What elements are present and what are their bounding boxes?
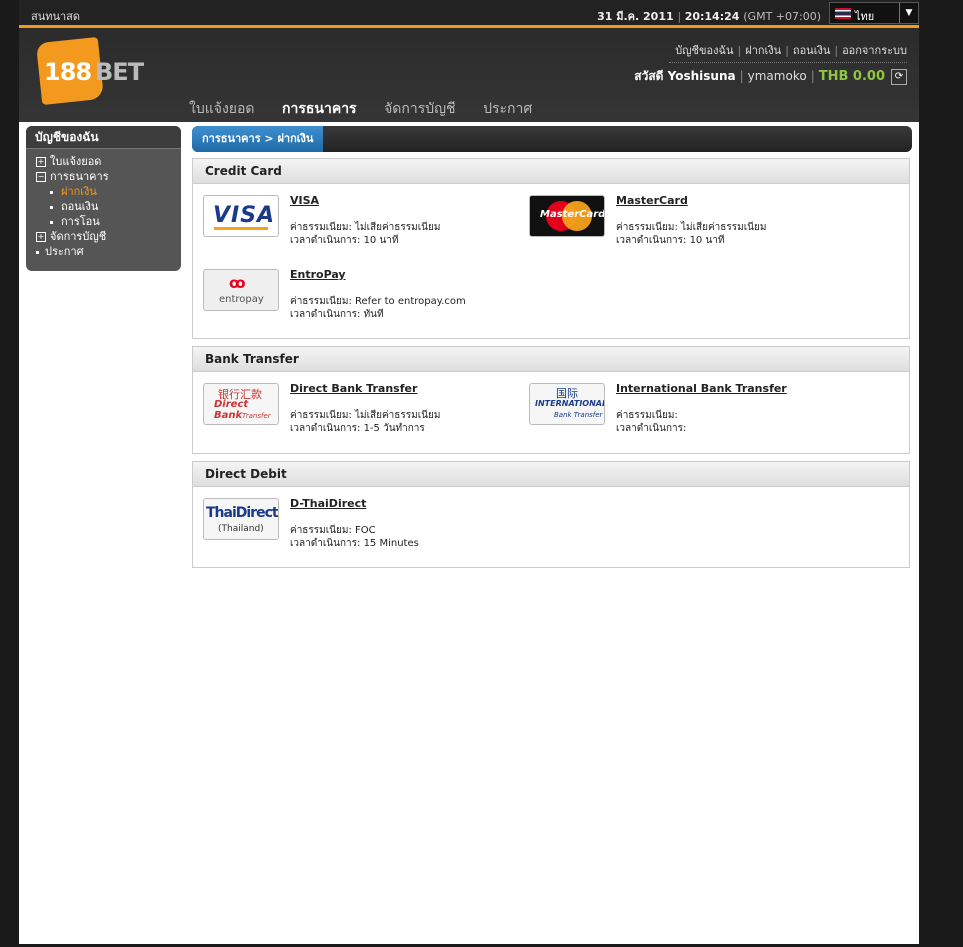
account-links: บัญชีของฉัน | ฝากเงิน | ถอนเงิน | ออกจากระบบ [675, 44, 907, 57]
sidebar-item-label: จัดการบัญชี [50, 230, 107, 243]
method-time: เวลาดำเนินการ: 1-5 วันทำการ [290, 423, 425, 434]
clock-separator: | [677, 10, 685, 23]
method-name-link[interactable]: MasterCard [616, 194, 688, 207]
deposit-link[interactable]: ฝากเงิน [745, 44, 781, 57]
entropay-icon[interactable]: ꝏ entropay [203, 269, 279, 311]
method-name-link[interactable]: International Bank Transfer [616, 382, 787, 395]
main-nav: ใบแจ้งยอด การธนาคาร จัดการบัญชี ประกาศ [189, 98, 556, 130]
credit-card-section: Credit Card VISA VISA ค่าธรรมเนียม: ไม่เ… [192, 158, 910, 339]
header: 188 BET บัญชีของฉัน | ฝากเงิน | ถอนเงิน | ออกจ… [19, 28, 919, 130]
withdraw-link[interactable]: ถอนเงิน [793, 44, 830, 57]
bank-transfer-section: Bank Transfer 银行汇款 Direct Bank Transfer … [192, 346, 910, 454]
divider [669, 62, 907, 63]
section-title: Bank Transfer [193, 347, 909, 372]
expand-icon[interactable]: + [36, 232, 46, 242]
sidebar-title: บัญชีของฉัน [26, 126, 181, 149]
server-clock: 31 มี.ค. 2011 | 20:14:24 (GMT +07:00) [597, 7, 821, 25]
method-visa: VISA VISA ค่าธรรมเนียม: ไม่เสียค่าธรรมเน… [193, 185, 513, 246]
method-name-link[interactable]: Direct Bank Transfer [290, 382, 417, 395]
sidebar-item-label: ฝากเงิน [61, 185, 97, 198]
international-bank-transfer-icon[interactable]: 国际 INTERNATIONAL Bank Transfer [529, 383, 605, 425]
direct-bank-transfer-icon[interactable]: 银行汇款 Direct Bank Transfer [203, 383, 279, 425]
username: ymamoko [747, 69, 807, 83]
sidebar-item-label: ถอนเงิน [61, 200, 99, 213]
method-direct-bank-transfer: 银行汇款 Direct Bank Transfer Direct Bank Tr… [193, 373, 513, 434]
section-title: Credit Card [193, 159, 909, 184]
sidebar-item-banking[interactable]: − การธนาคาร [26, 169, 181, 184]
bullet-icon [50, 220, 53, 224]
sidebar: บัญชีของฉัน + ใบแจ้งยอด − การธนาคาร ฝากเงิ… [26, 126, 181, 271]
method-international-bank-transfer: 国际 INTERNATIONAL Bank Transfer Internati… [519, 373, 839, 434]
clock-date: 31 มี.ค. 2011 [597, 10, 674, 23]
direct-debit-section: Direct Debit ThaiDirect (Thailand) D-Tha… [192, 461, 910, 568]
method-time: เวลาดำเนินการ: 15 Minutes [290, 538, 419, 549]
expand-icon[interactable]: + [36, 157, 46, 167]
sidebar-item-transfer[interactable]: การโอน [26, 214, 181, 229]
method-thaidirect: ThaiDirect (Thailand) D-ThaiDirect ค่าธร… [193, 488, 513, 549]
bullet-icon [36, 250, 39, 254]
refresh-icon[interactable]: ⟳ [891, 68, 907, 85]
collapse-icon[interactable]: − [36, 172, 46, 182]
nav-announcements[interactable]: ประกาศ [483, 98, 532, 120]
sidebar-item-statement[interactable]: + ใบแจ้งยอด [26, 154, 181, 169]
my-account-link[interactable]: บัญชีของฉัน [675, 44, 733, 57]
top-bar: สนทนาสด 31 มี.ค. 2011 | 20:14:24 (GMT +0… [19, 0, 919, 28]
method-name-link[interactable]: D-ThaiDirect [290, 497, 366, 510]
nav-statement[interactable]: ใบแจ้งยอด [189, 98, 255, 120]
sidebar-item-label: ประกาศ [45, 245, 84, 258]
language-select[interactable]: ไทย ▼ [829, 2, 919, 24]
thaidirect-icon[interactable]: ThaiDirect (Thailand) [203, 498, 279, 540]
visa-icon[interactable]: VISA [203, 195, 279, 237]
clock-timezone: (GMT +07:00) [743, 10, 821, 23]
method-time: เวลาดำเนินการ: ทันที [290, 309, 384, 320]
clock-time: 20:14:24 [684, 10, 740, 23]
sidebar-item-account-management[interactable]: + จัดการบัญชี [26, 229, 181, 244]
greeting: สวัสดี Yoshisuna [634, 69, 736, 83]
method-time: เวลาดำเนินการ: 10 นาที [290, 235, 399, 246]
language-label: ไทย [855, 10, 875, 23]
method-entropay: ꝏ entropay EntroPay ค่าธรรมเนียม: Refer t… [193, 259, 513, 320]
live-chat-link[interactable]: สนทนาสด [31, 7, 80, 25]
sidebar-item-withdraw[interactable]: ถอนเงิน [26, 199, 181, 214]
bullet-icon [50, 205, 53, 209]
method-mastercard: MasterCard MasterCard ค่าธรรมเนียม: ไม่เ… [519, 185, 839, 246]
sidebar-item-label: การโอน [61, 215, 100, 228]
logo[interactable]: 188 BET [35, 36, 149, 110]
logo-number: 188 [44, 58, 92, 86]
method-name-link[interactable]: VISA [290, 194, 319, 207]
mastercard-icon[interactable]: MasterCard [529, 195, 605, 237]
nav-account-management[interactable]: จัดการบัญชี [384, 98, 455, 120]
sidebar-item-announcements[interactable]: ประกาศ [26, 244, 181, 259]
sidebar-item-deposit[interactable]: ฝากเงิน [26, 184, 181, 199]
section-title: Direct Debit [193, 462, 909, 487]
user-info: สวัสดี Yoshisuna | ymamoko | THB 0.00 ⟳ [634, 67, 907, 85]
method-time: เวลาดำเนินการ: 10 นาที [616, 235, 725, 246]
balance: THB 0.00 [818, 69, 885, 84]
nav-banking[interactable]: การธนาคาร [282, 98, 357, 130]
method-time: เวลาดำเนินการ: [616, 423, 687, 434]
content-area: บัญชีของฉัน + ใบแจ้งยอด − การธนาคาร ฝากเงิ… [19, 122, 919, 944]
method-name-link[interactable]: EntroPay [290, 268, 346, 281]
breadcrumb: การธนาคาร > ฝากเงิน [192, 126, 324, 152]
logo-word: BET [95, 58, 144, 86]
thai-flag-icon [835, 8, 851, 19]
sidebar-item-label: การธนาคาร [50, 170, 109, 183]
chevron-down-icon[interactable]: ▼ [899, 3, 918, 23]
sidebar-menu: + ใบแจ้งยอด − การธนาคาร ฝากเงิน ถอนเงิน กา… [26, 154, 181, 259]
logout-link[interactable]: ออกจากระบบ [842, 44, 907, 57]
sidebar-item-label: ใบแจ้งยอด [50, 155, 102, 168]
breadcrumb-bar: การธนาคาร > ฝากเงิน [192, 126, 912, 152]
bullet-icon [50, 190, 53, 194]
